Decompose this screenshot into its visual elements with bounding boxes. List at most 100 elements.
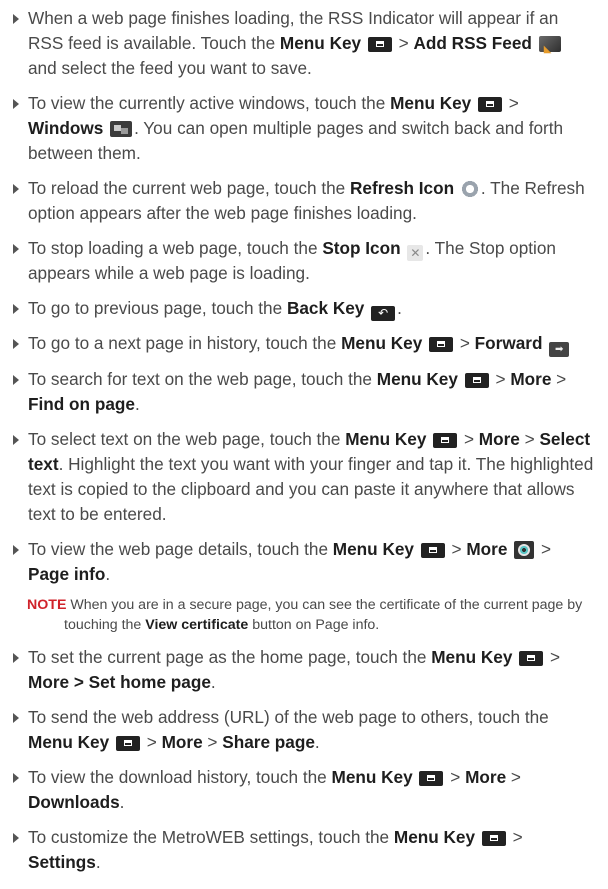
- menu-key-label: Menu Key: [390, 93, 472, 113]
- menu-key-icon: [367, 37, 392, 52]
- item-text: .: [95, 852, 101, 872]
- list-item-add-rss: When a web page finishes loading, the RS…: [12, 6, 594, 81]
- list-item-downloads: To view the download history, touch the …: [12, 765, 594, 815]
- menu-key-icon: [115, 736, 140, 751]
- item-text: >: [551, 369, 567, 389]
- list-item-stop: To stop loading a web page, touch the St…: [12, 236, 594, 286]
- bullet-icon: [13, 339, 19, 349]
- bullet-icon: [13, 14, 19, 24]
- menu-key-icon: [519, 651, 544, 666]
- item-text: >: [545, 647, 560, 667]
- more-icon: [514, 541, 535, 559]
- item-text: To set the current page as the home page…: [28, 647, 432, 667]
- menu-key-icon: [433, 433, 458, 448]
- item-text: and select the feed you want to save.: [28, 58, 312, 78]
- menu-key-label: Menu Key: [376, 369, 458, 389]
- item-text: To view the currently active windows, to…: [28, 93, 391, 113]
- more-label: More: [510, 369, 552, 389]
- menu-key-icon: [429, 337, 454, 352]
- item-text: To go to previous page, touch the: [28, 298, 287, 318]
- bullet-icon: [13, 304, 19, 314]
- item-text: >: [202, 732, 223, 752]
- windows-icon: [110, 121, 133, 137]
- item-text: >: [445, 767, 466, 787]
- item-text: To reload the current web page, touch th…: [28, 178, 350, 198]
- item-text: To view the web page details, touch the: [28, 539, 333, 559]
- bullet-icon: [13, 653, 19, 663]
- item-text: . Highlight the text you want with your …: [28, 454, 594, 524]
- more-label: More: [161, 732, 203, 752]
- item-text: . You can open multiple pages and switch…: [28, 118, 564, 163]
- menu-key-label: Menu Key: [332, 539, 414, 559]
- item-text: >: [519, 429, 540, 449]
- item-text: >: [446, 539, 467, 559]
- set-home-page-label: More > Set home page: [28, 672, 211, 692]
- item-text: >: [490, 369, 511, 389]
- bullet-icon: [13, 184, 19, 194]
- list-item-page-info: To view the web page details, touch the …: [12, 537, 594, 587]
- refresh-icon-label: Refresh Icon: [350, 178, 455, 198]
- windows-label: Windows: [28, 118, 104, 138]
- more-label: More: [466, 539, 508, 559]
- bullet-icon: [13, 435, 19, 445]
- menu-key-icon: [420, 543, 445, 558]
- note-label: NOTE: [27, 597, 67, 613]
- item-text: To view the download history, touch the: [28, 767, 332, 787]
- view-certificate-label: View certificate: [145, 617, 249, 633]
- list-item-select-text: To select text on the web page, touch th…: [12, 427, 594, 527]
- item-text: .: [210, 672, 216, 692]
- list-item-share-page: To send the web address (URL) of the web…: [12, 705, 594, 755]
- add-rss-feed-label: Add RSS Feed: [413, 33, 532, 53]
- menu-key-label: Menu Key: [331, 767, 413, 787]
- item-text: .: [119, 792, 125, 812]
- rss-feed-icon: [538, 36, 561, 62]
- item-text: >: [141, 732, 162, 752]
- item-text: .: [134, 394, 140, 414]
- forward-icon: ➡: [549, 342, 570, 357]
- item-text: To customize the MetroWEB settings, touc…: [28, 827, 394, 847]
- item-text: .: [105, 564, 111, 584]
- item-text: To send the web address (URL) of the web…: [28, 707, 549, 727]
- bullet-icon: [13, 713, 19, 723]
- settings-label: Settings: [28, 852, 96, 872]
- list-item-forward: To go to a next page in history, touch t…: [12, 331, 594, 357]
- menu-key-label: Menu Key: [341, 333, 423, 353]
- menu-key-label: Menu Key: [345, 429, 427, 449]
- item-text: .: [397, 298, 402, 318]
- stop-icon-label: Stop Icon: [322, 238, 401, 258]
- bullet-icon: [13, 375, 19, 385]
- more-label: More: [478, 429, 520, 449]
- downloads-label: Downloads: [28, 792, 120, 812]
- note-text: button on Page info.: [248, 617, 380, 633]
- refresh-icon: [460, 180, 479, 198]
- more-label: More: [465, 767, 507, 787]
- item-text: >: [459, 429, 479, 449]
- list-item-settings: To customize the MetroWEB settings, touc…: [12, 825, 594, 875]
- item-text: >: [455, 333, 475, 353]
- item-text: To go to a next page in history, touch t…: [28, 333, 342, 353]
- back-key-label: Back Key: [286, 298, 365, 318]
- menu-key-label: Menu Key: [279, 33, 362, 53]
- item-text: >: [506, 767, 521, 787]
- find-on-page-label: Find on page: [28, 394, 135, 414]
- manual-page: When a web page finishes loading, the RS…: [0, 0, 608, 889]
- menu-key-icon: [464, 373, 489, 388]
- item-text: >: [507, 827, 523, 847]
- list-item-refresh: To reload the current web page, touch th…: [12, 176, 594, 226]
- item-text: To stop loading a web page, touch the: [28, 238, 323, 258]
- share-page-label: Share page: [222, 732, 315, 752]
- forward-label: Forward: [474, 333, 543, 353]
- item-text: To search for text on the web page, touc…: [28, 369, 377, 389]
- item-text: >: [504, 93, 519, 113]
- bullet-icon: [13, 773, 19, 783]
- bullet-icon: [13, 833, 19, 843]
- menu-key-icon: [478, 97, 503, 112]
- bullet-icon: [13, 545, 19, 555]
- back-key-icon: ↶: [371, 306, 396, 321]
- note-block: NOTE When you are in a secure page, you …: [27, 595, 594, 635]
- menu-key-label: Menu Key: [28, 732, 110, 752]
- item-text: >: [536, 539, 552, 559]
- menu-key-icon: [481, 831, 506, 846]
- stop-icon: ✕: [407, 245, 424, 261]
- menu-key-label: Menu Key: [431, 647, 513, 667]
